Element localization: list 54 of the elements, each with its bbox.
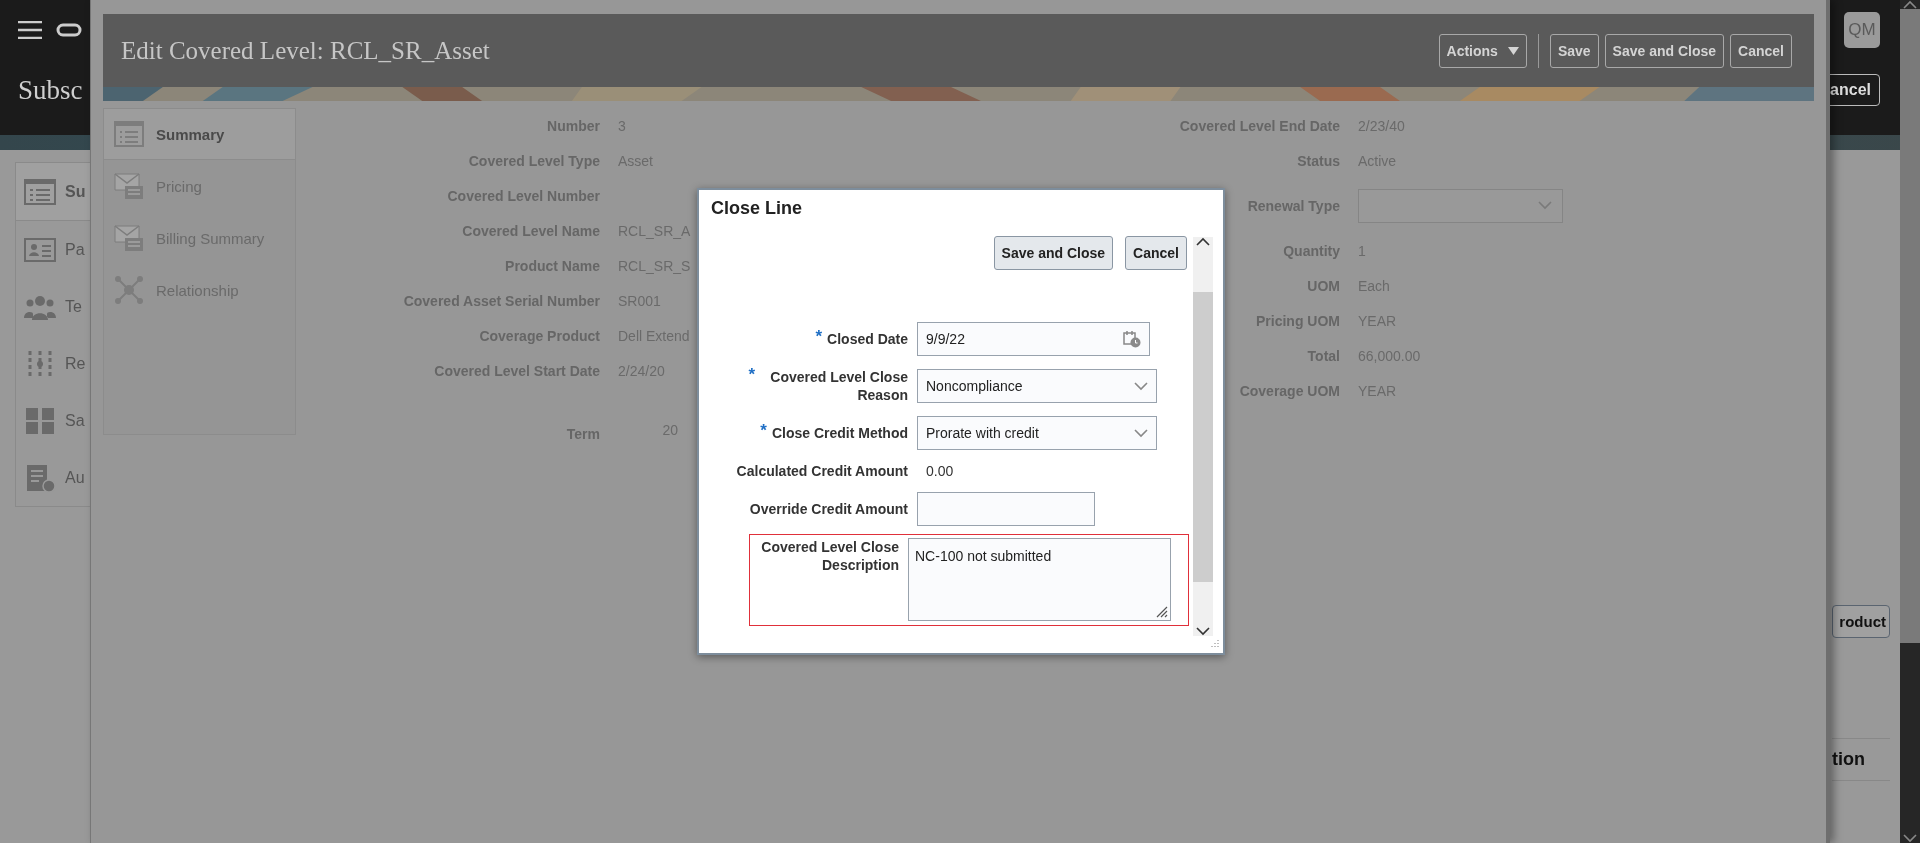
field-label: Covered Level Close Reason <box>769 368 908 404</box>
chevron-down-icon <box>1134 428 1148 438</box>
input-field[interactable] <box>917 492 1095 526</box>
logo-icon[interactable] <box>56 23 82 37</box>
dialog-title: Edit Covered Level: RCL_SR_Asset <box>121 36 490 65</box>
field-label: Override Credit Amount <box>749 500 908 518</box>
date-field[interactable]: 9/9/22 <box>917 322 1150 356</box>
toolbar-button[interactable]: Save <box>1549 33 1599 68</box>
chevron-down-icon <box>1538 201 1552 210</box>
scroll-down-icon <box>1196 627 1210 636</box>
network-icon <box>114 275 144 305</box>
field-label: Covered Level Close Description <box>760 538 899 574</box>
list-icon <box>23 176 57 207</box>
required-mark: * <box>815 330 823 344</box>
field-value: 0.00 <box>925 463 955 479</box>
scroll-down-icon <box>1903 834 1917 843</box>
chevron-down-icon <box>1134 381 1148 391</box>
scrollbar[interactable] <box>1900 0 1920 843</box>
resize-grip-icon[interactable] <box>1209 639 1219 649</box>
product-button[interactable]: roduct <box>1832 605 1890 638</box>
select-field[interactable]: Noncompliance <box>917 369 1157 403</box>
actions-menu-button[interactable]: Actions <box>1438 33 1527 68</box>
page-title: Subsc <box>18 74 83 106</box>
nav-item[interactable]: Summary <box>104 109 295 160</box>
required-mark: * <box>748 368 755 382</box>
section-heading: tion <box>1832 738 1890 781</box>
nav-item[interactable]: Te <box>16 278 136 335</box>
list-icon <box>114 119 144 149</box>
calendar-icon <box>1123 330 1141 348</box>
nav-item[interactable]: Pa <box>16 221 136 278</box>
dialog-button[interactable]: Save and Close <box>993 236 1114 270</box>
envelope-icon <box>114 223 144 253</box>
nav-item[interactable]: Sa <box>16 392 136 449</box>
field-label: Calculated Credit Amount <box>736 462 908 480</box>
menu-icon[interactable] <box>18 21 42 39</box>
caret-icon <box>1507 46 1519 55</box>
field-label: Closed Date <box>827 330 908 348</box>
user-avatar[interactable]: QM <box>1844 12 1880 48</box>
dialog-button[interactable]: Cancel <box>1125 236 1187 270</box>
nav-item[interactable]: Re <box>16 335 136 392</box>
scrollbar[interactable] <box>1193 237 1213 636</box>
field-label: Close Credit Method <box>771 424 908 442</box>
resize-handle-icon[interactable] <box>1154 604 1168 618</box>
select-field[interactable]: Prorate with credit <box>917 416 1157 450</box>
toolbar-button[interactable]: Cancel <box>1730 33 1792 68</box>
nav-item[interactable]: Au <box>16 449 136 506</box>
toolbar-button[interactable]: Save and Close <box>1604 33 1725 68</box>
description-field[interactable]: NC-100 not submitted <box>908 538 1171 621</box>
scroll-up-icon <box>1903 0 1917 9</box>
envelope-icon <box>114 171 144 201</box>
dialog-title: Close Line <box>710 197 804 220</box>
scroll-up-icon <box>1196 237 1210 246</box>
required-mark: * <box>760 424 767 438</box>
grid-icon <box>23 405 57 436</box>
